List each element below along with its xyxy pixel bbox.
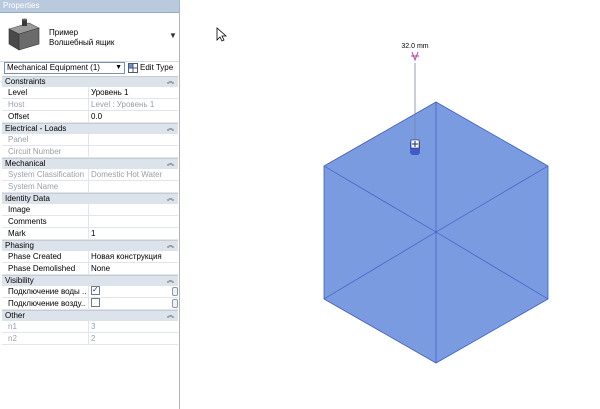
group-header-electrical-loads[interactable]: Electrical - Loads ︽	[2, 123, 178, 134]
group-title: Phasing	[5, 241, 34, 250]
group-title: Visibility	[5, 276, 34, 285]
property-row: n1 3	[2, 321, 178, 333]
collapse-icon[interactable]: ︽	[167, 194, 174, 204]
property-label: Offset	[8, 112, 30, 121]
visibility-checkbox[interactable]	[91, 298, 100, 308]
associate-parameter-button[interactable]	[172, 287, 178, 296]
group-title: Mechanical	[5, 159, 46, 168]
family-thumbnail-icon	[8, 18, 40, 51]
property-row: Image	[2, 204, 178, 216]
property-row: Offset 0.0	[2, 111, 178, 123]
property-label: n2	[8, 334, 17, 343]
property-row: System Name	[2, 181, 178, 193]
property-label: Level	[8, 88, 28, 97]
properties-panel: Properties Пример Волшебный ящик ▼ Mecha…	[0, 0, 180, 409]
property-label: Image	[8, 205, 31, 214]
property-row: n2 2	[2, 333, 178, 345]
category-filter-dropdown[interactable]: Mechanical Equipment (1) ▼	[4, 62, 125, 74]
properties-grid: Constraints ︽ Level Уровень 1 Host Level : Ур…	[2, 76, 178, 345]
collapse-icon[interactable]: ︽	[167, 77, 174, 87]
cursor-arrow-icon	[216, 27, 228, 42]
chevron-down-icon[interactable]: ▼	[169, 31, 177, 40]
property-value[interactable]	[88, 286, 170, 297]
property-label: Mark	[8, 229, 26, 238]
property-label: Phase Demolished	[8, 264, 76, 273]
property-row: Level Уровень 1	[2, 87, 178, 99]
property-label: Panel	[8, 135, 29, 144]
property-row: Подключение возду...	[2, 298, 178, 310]
group-header-other[interactable]: Other ︽	[2, 310, 178, 321]
collapse-icon[interactable]: ︽	[167, 124, 174, 134]
property-value[interactable]: 0.0	[88, 111, 170, 122]
dimension-label[interactable]: 32.0 mm	[401, 43, 428, 50]
family-name: Пример	[49, 28, 79, 37]
property-row: Panel	[2, 134, 178, 146]
type-selector[interactable]: Пример Волшебный ящик ▼	[0, 13, 179, 62]
group-title: Electrical - Loads	[5, 124, 67, 133]
visibility-checkbox[interactable]	[91, 286, 100, 296]
group-header-identity-data[interactable]: Identity Data ︽	[2, 193, 178, 204]
property-value: Domestic Hot Water	[88, 169, 170, 180]
property-value[interactable]: Уровень 1	[88, 87, 170, 98]
property-row: Phase Created Новая конструкция	[2, 251, 178, 263]
property-label: System Classification	[8, 170, 85, 179]
property-value: 2	[88, 333, 170, 344]
category-value: Mechanical Equipment (1)	[7, 63, 100, 72]
property-row: System Classification Domestic Hot Water	[2, 169, 178, 181]
drawing-canvas[interactable]: 32.0 mm	[182, 0, 600, 409]
collapse-icon[interactable]: ︽	[167, 241, 174, 251]
property-value	[88, 181, 170, 192]
group-header-mechanical[interactable]: Mechanical ︽	[2, 158, 178, 169]
property-label: System Name	[8, 182, 59, 191]
collapse-icon[interactable]: ︽	[167, 311, 174, 321]
edit-type-button[interactable]: Edit Type	[128, 61, 178, 75]
dimension-arrow-icon[interactable]	[411, 51, 419, 62]
property-value[interactable]	[88, 216, 170, 227]
edit-type-label: Edit Type	[140, 63, 174, 72]
property-row: Circuit Number	[2, 146, 178, 158]
property-label: Подключение возду...	[8, 299, 86, 308]
collapse-icon[interactable]: ︽	[167, 159, 174, 169]
associate-parameter-button[interactable]	[172, 299, 178, 308]
group-header-phasing[interactable]: Phasing ︽	[2, 240, 178, 251]
property-row: Comments	[2, 216, 178, 228]
property-label: Circuit Number	[8, 147, 62, 156]
property-value[interactable]: None	[88, 263, 170, 274]
edit-type-icon	[128, 62, 138, 73]
property-value: 3	[88, 321, 170, 332]
property-label: Host	[8, 100, 25, 109]
property-label: Phase Created	[8, 252, 62, 261]
panel-title: Properties	[0, 0, 179, 13]
property-value	[88, 134, 170, 145]
property-label: Подключение воды ...	[8, 287, 86, 296]
property-row: Host Level : Уровень 1	[2, 99, 178, 111]
property-row: Phase Demolished None	[2, 263, 178, 275]
property-value[interactable]	[88, 298, 170, 309]
collapse-icon[interactable]: ︽	[167, 276, 174, 286]
chevron-down-icon: ▼	[115, 64, 122, 71]
property-row: Подключение воды ...	[2, 286, 178, 298]
group-title: Constraints	[5, 77, 46, 86]
property-value	[88, 146, 170, 157]
group-header-constraints[interactable]: Constraints ︽	[2, 76, 178, 87]
group-header-visibility[interactable]: Visibility ︽	[2, 275, 178, 286]
property-label: n1	[8, 322, 17, 331]
property-value: Level : Уровень 1	[88, 99, 170, 110]
property-label: Comments	[8, 217, 47, 226]
type-name: Волшебный ящик	[49, 38, 115, 47]
property-row: Mark 1	[2, 228, 178, 240]
group-title: Other	[5, 311, 26, 320]
group-title: Identity Data	[5, 194, 50, 203]
property-value[interactable]: 1	[88, 228, 170, 239]
property-value[interactable]: Новая конструкция	[88, 251, 170, 262]
property-value[interactable]	[88, 204, 170, 215]
